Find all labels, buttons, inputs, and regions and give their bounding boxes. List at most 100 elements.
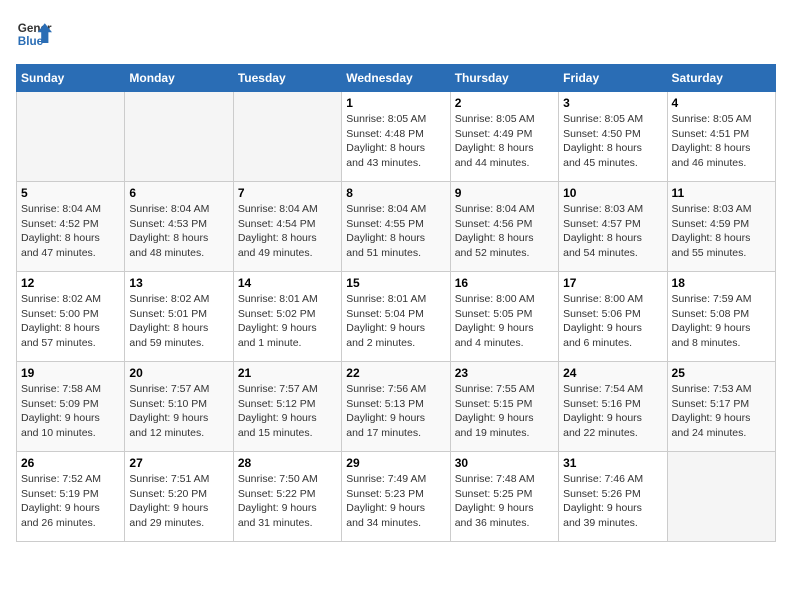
day-cell: 7Sunrise: 8:04 AM Sunset: 4:54 PM Daylig… [233,182,341,272]
day-info: Sunrise: 7:53 AM Sunset: 5:17 PM Dayligh… [672,382,771,441]
day-cell: 18Sunrise: 7:59 AM Sunset: 5:08 PM Dayli… [667,272,775,362]
day-info: Sunrise: 7:52 AM Sunset: 5:19 PM Dayligh… [21,472,120,531]
day-info: Sunrise: 8:04 AM Sunset: 4:55 PM Dayligh… [346,202,445,261]
week-row-2: 5 Sunrise: 8:04 AM Sunset: 4:52 PM Daylig… [17,182,776,272]
day-cell: 27Sunrise: 7:51 AM Sunset: 5:20 PM Dayli… [125,452,233,542]
day-number: 24 [563,366,662,380]
day-number: 19 [21,366,120,380]
day-number: 11 [672,186,771,200]
day-info: Sunrise: 8:05 AM Sunset: 4:49 PM Dayligh… [455,112,554,171]
day-cell: 30 Sunrise: 7:48 AM Sunset: 5:25 PM Dayli… [450,452,558,542]
day-info: Sunrise: 8:01 AM Sunset: 5:02 PM Dayligh… [238,292,337,351]
day-number: 17 [563,276,662,290]
day-info: Sunrise: 8:02 AM Sunset: 5:01 PM Dayligh… [129,292,228,351]
page-header: General Blue [16,16,776,52]
day-number: 26 [21,456,120,470]
day-number: 21 [238,366,337,380]
day-number: 29 [346,456,445,470]
day-info: Sunrise: 7:54 AM Sunset: 5:16 PM Dayligh… [563,382,662,441]
day-number: 3 [563,96,662,110]
day-info: Sunrise: 8:05 AM Sunset: 4:48 PM Dayligh… [346,112,445,171]
day-number: 2 [455,96,554,110]
weekday-header-tuesday: Tuesday [233,65,341,92]
day-number: 13 [129,276,228,290]
day-number: 18 [672,276,771,290]
day-cell: 1 Sunrise: 8:05 AM Sunset: 4:48 PM Daylig… [342,92,450,182]
day-info: Sunrise: 8:03 AM Sunset: 4:57 PM Dayligh… [563,202,662,261]
day-cell: 13 Sunrise: 8:02 AM Sunset: 5:01 PM Dayli… [125,272,233,362]
day-number: 6 [129,186,228,200]
day-cell: 2 Sunrise: 8:05 AM Sunset: 4:49 PM Daylig… [450,92,558,182]
day-info: Sunrise: 7:50 AM Sunset: 5:22 PM Dayligh… [238,472,337,531]
day-cell: 8 Sunrise: 8:04 AM Sunset: 4:55 PM Daylig… [342,182,450,272]
day-cell: 22 Sunrise: 7:56 AM Sunset: 5:13 PM Dayli… [342,362,450,452]
day-info: Sunrise: 8:00 AM Sunset: 5:05 PM Dayligh… [455,292,554,351]
day-info: Sunrise: 7:57 AM Sunset: 5:12 PM Dayligh… [238,382,337,441]
calendar-body: 1 Sunrise: 8:05 AM Sunset: 4:48 PM Daylig… [17,92,776,542]
day-number: 31 [563,456,662,470]
weekday-header-wednesday: Wednesday [342,65,450,92]
day-cell: 15 Sunrise: 8:01 AM Sunset: 5:04 PM Dayli… [342,272,450,362]
day-info: Sunrise: 7:58 AM Sunset: 5:09 PM Dayligh… [21,382,120,441]
day-number: 12 [21,276,120,290]
day-number: 14 [238,276,337,290]
weekday-header-monday: Monday [125,65,233,92]
day-cell [233,92,341,182]
calendar-header: SundayMondayTuesdayWednesdayThursdayFrid… [17,65,776,92]
day-info: Sunrise: 8:04 AM Sunset: 4:52 PM Dayligh… [21,202,120,261]
week-row-3: 12 Sunrise: 8:02 AM Sunset: 5:00 PM Dayli… [17,272,776,362]
day-info: Sunrise: 7:48 AM Sunset: 5:25 PM Dayligh… [455,472,554,531]
day-number: 10 [563,186,662,200]
day-number: 7 [238,186,337,200]
day-cell: 16 Sunrise: 8:00 AM Sunset: 5:05 PM Dayli… [450,272,558,362]
day-cell: 24 Sunrise: 7:54 AM Sunset: 5:16 PM Dayli… [559,362,667,452]
logo: General Blue [16,16,52,52]
day-info: Sunrise: 8:04 AM Sunset: 4:53 PM Dayligh… [129,202,228,261]
day-number: 28 [238,456,337,470]
day-number: 1 [346,96,445,110]
day-cell: 26 Sunrise: 7:52 AM Sunset: 5:19 PM Dayli… [17,452,125,542]
week-row-4: 19 Sunrise: 7:58 AM Sunset: 5:09 PM Dayli… [17,362,776,452]
week-row-1: 1 Sunrise: 8:05 AM Sunset: 4:48 PM Daylig… [17,92,776,182]
day-cell: 11 Sunrise: 8:03 AM Sunset: 4:59 PM Dayli… [667,182,775,272]
day-number: 25 [672,366,771,380]
day-cell: 17 Sunrise: 8:00 AM Sunset: 5:06 PM Dayli… [559,272,667,362]
day-number: 30 [455,456,554,470]
day-info: Sunrise: 7:56 AM Sunset: 5:13 PM Dayligh… [346,382,445,441]
day-number: 22 [346,366,445,380]
day-info: Sunrise: 7:57 AM Sunset: 5:10 PM Dayligh… [129,382,228,441]
weekday-header-row: SundayMondayTuesdayWednesdayThursdayFrid… [17,65,776,92]
week-row-5: 26 Sunrise: 7:52 AM Sunset: 5:19 PM Dayli… [17,452,776,542]
day-number: 20 [129,366,228,380]
day-cell: 3 Sunrise: 8:05 AM Sunset: 4:50 PM Daylig… [559,92,667,182]
day-cell: 10 Sunrise: 8:03 AM Sunset: 4:57 PM Dayli… [559,182,667,272]
day-info: Sunrise: 8:04 AM Sunset: 4:56 PM Dayligh… [455,202,554,261]
day-info: Sunrise: 8:05 AM Sunset: 4:51 PM Dayligh… [672,112,771,171]
weekday-header-sunday: Sunday [17,65,125,92]
day-cell: 28 Sunrise: 7:50 AM Sunset: 5:22 PM Dayli… [233,452,341,542]
day-info: Sunrise: 8:00 AM Sunset: 5:06 PM Dayligh… [563,292,662,351]
day-number: 8 [346,186,445,200]
day-cell: 5 Sunrise: 8:04 AM Sunset: 4:52 PM Daylig… [17,182,125,272]
day-cell: 23 Sunrise: 7:55 AM Sunset: 5:15 PM Dayli… [450,362,558,452]
day-info: Sunrise: 7:55 AM Sunset: 5:15 PM Dayligh… [455,382,554,441]
day-cell: 29Sunrise: 7:49 AM Sunset: 5:23 PM Dayli… [342,452,450,542]
day-number: 15 [346,276,445,290]
day-number: 5 [21,186,120,200]
day-info: Sunrise: 8:05 AM Sunset: 4:50 PM Dayligh… [563,112,662,171]
day-cell: 14 Sunrise: 8:01 AM Sunset: 5:02 PM Dayli… [233,272,341,362]
day-cell: 6 Sunrise: 8:04 AM Sunset: 4:53 PM Daylig… [125,182,233,272]
day-info: Sunrise: 8:02 AM Sunset: 5:00 PM Dayligh… [21,292,120,351]
day-info: Sunrise: 8:03 AM Sunset: 4:59 PM Dayligh… [672,202,771,261]
calendar-table: SundayMondayTuesdayWednesdayThursdayFrid… [16,64,776,542]
day-cell: 21 Sunrise: 7:57 AM Sunset: 5:12 PM Dayli… [233,362,341,452]
weekday-header-thursday: Thursday [450,65,558,92]
day-number: 9 [455,186,554,200]
day-number: 16 [455,276,554,290]
weekday-header-friday: Friday [559,65,667,92]
svg-text:Blue: Blue [18,35,44,48]
day-number: 23 [455,366,554,380]
day-cell: 19 Sunrise: 7:58 AM Sunset: 5:09 PM Dayli… [17,362,125,452]
day-info: Sunrise: 8:01 AM Sunset: 5:04 PM Dayligh… [346,292,445,351]
day-cell [125,92,233,182]
